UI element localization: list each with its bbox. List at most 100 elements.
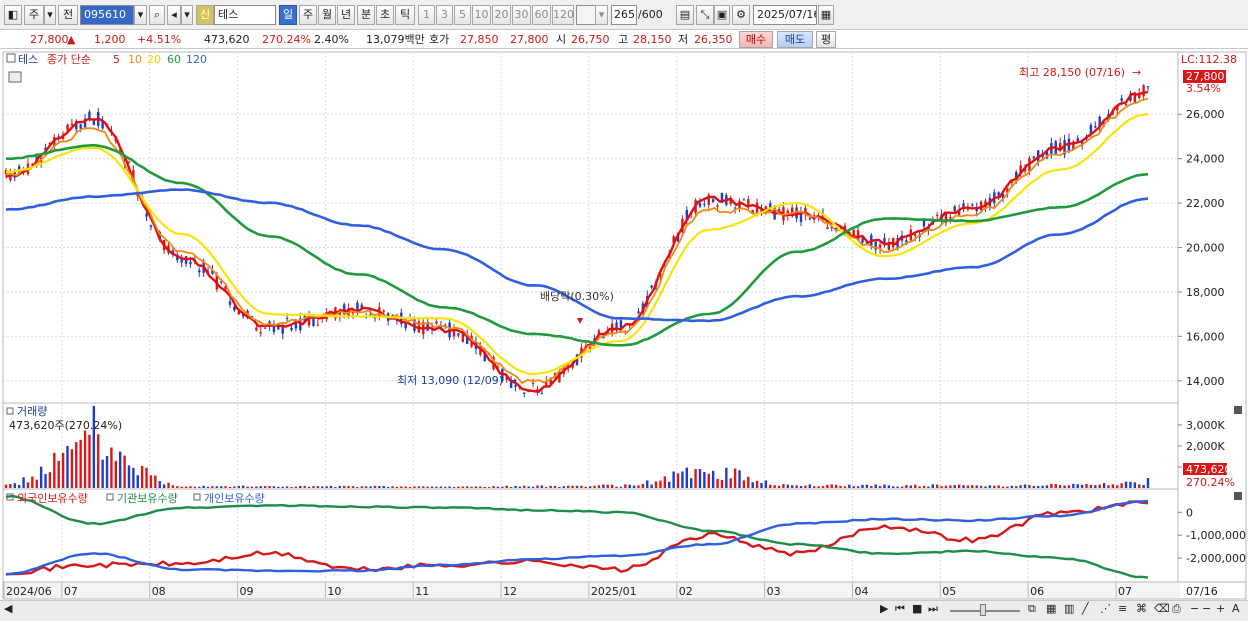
settings-gear-icon[interactable]: ⚙ bbox=[732, 5, 750, 25]
stop-icon[interactable]: ■ bbox=[912, 602, 922, 615]
open-label: 시 bbox=[556, 33, 567, 46]
bar-count-input[interactable]: 265 bbox=[611, 5, 637, 25]
calendar-icon[interactable]: ▦ bbox=[818, 5, 834, 25]
tab-period-0[interactable]: 일 bbox=[279, 5, 297, 25]
candle-body bbox=[198, 270, 201, 273]
volume-bar bbox=[1058, 484, 1062, 488]
high-annotation: 최고 28,150 (07/16) bbox=[1019, 66, 1125, 79]
copy-icon[interactable]: ⧉ bbox=[1028, 602, 1036, 616]
chart-window-icon[interactable]: ◧ bbox=[4, 5, 22, 25]
buy-button[interactable]: 매수 bbox=[739, 31, 773, 48]
volume-bar bbox=[294, 486, 298, 488]
print-icon[interactable]: ⎙ bbox=[1172, 602, 1181, 616]
code-dropdown-icon[interactable]: ▾ bbox=[134, 5, 147, 25]
zoom-out-icon[interactable]: − bbox=[1190, 602, 1199, 615]
scroll-left-icon[interactable]: ◀ bbox=[4, 602, 12, 615]
erase-icon[interactable]: ⌫ bbox=[1154, 602, 1170, 615]
rewind-icon[interactable]: ⏮ bbox=[895, 602, 905, 616]
pattern-icon[interactable]: ⋰ bbox=[1100, 602, 1111, 615]
volume-bar bbox=[1111, 484, 1115, 488]
date-input[interactable]: 2025/07/16 bbox=[753, 5, 817, 25]
volume-bar bbox=[681, 471, 684, 488]
volume-bar bbox=[123, 455, 126, 488]
volume-bar bbox=[628, 484, 631, 488]
volume-panel-title: 거래량 bbox=[17, 405, 47, 418]
fast-forward-icon[interactable]: ⏭ bbox=[928, 602, 938, 616]
volume-bar bbox=[35, 479, 38, 488]
stock-chart[interactable]: 테스 종가 단순 5 10 20 60 120 최고 28,150 (07/16… bbox=[0, 50, 1248, 600]
scroll-right-icon[interactable]: ▶ bbox=[880, 602, 888, 615]
sell-button[interactable]: 매도 bbox=[777, 31, 813, 48]
text-tool-icon[interactable]: ⌘ bbox=[1136, 602, 1147, 615]
x-tick-label: 10 bbox=[327, 585, 341, 598]
speaker-dropdown-icon[interactable]: ▾ bbox=[181, 5, 193, 25]
volume-bar bbox=[830, 484, 833, 488]
volume-bar bbox=[839, 485, 842, 488]
x-tick-label: 03 bbox=[767, 585, 781, 598]
volume-bar bbox=[281, 486, 284, 488]
volume-bar bbox=[1072, 483, 1075, 488]
fibo-icon[interactable]: ≡ bbox=[1118, 602, 1127, 615]
layout-icon[interactable]: ▦ bbox=[1046, 602, 1056, 615]
holdings-panel-close-icon[interactable] bbox=[1234, 492, 1242, 500]
volume-bar bbox=[180, 486, 183, 488]
speaker-icon[interactable]: ◂ bbox=[167, 5, 181, 25]
zoom-reset-icon[interactable]: − bbox=[1202, 602, 1211, 615]
volume-bar bbox=[957, 484, 961, 488]
volume-bar bbox=[905, 485, 908, 488]
stock-name-field[interactable]: 테스 bbox=[214, 5, 276, 25]
interval-4[interactable]: 20 bbox=[492, 5, 511, 25]
volume-bar bbox=[259, 486, 262, 488]
interval-6[interactable]: 60 bbox=[532, 5, 551, 25]
interval-dropdown-icon[interactable]: ▾ bbox=[595, 5, 608, 25]
interval-7[interactable]: 120 bbox=[552, 5, 574, 25]
volume-bar bbox=[624, 484, 627, 488]
interval-2[interactable]: 5 bbox=[454, 5, 471, 25]
interval-3[interactable]: 10 bbox=[472, 5, 491, 25]
auto-scale-icon[interactable]: A bbox=[1232, 602, 1240, 615]
zoom-in-icon[interactable]: + bbox=[1216, 602, 1225, 615]
volume-bar bbox=[57, 460, 60, 488]
trendline-icon[interactable]: ╱ bbox=[1082, 602, 1089, 615]
type-dropdown-icon[interactable]: ▾ bbox=[44, 5, 56, 25]
volume-bar bbox=[1045, 485, 1049, 488]
candle-body bbox=[953, 206, 956, 212]
volume-bar bbox=[408, 487, 412, 488]
candle-body bbox=[457, 333, 460, 336]
tab-period-2[interactable]: 월 bbox=[318, 5, 336, 25]
chart-type-icon[interactable]: ▤ bbox=[676, 5, 694, 25]
volume-bar bbox=[110, 447, 113, 488]
compare-icon[interactable]: ⤡ bbox=[696, 5, 714, 25]
interval-1[interactable]: 3 bbox=[436, 5, 453, 25]
candle-body bbox=[263, 327, 267, 329]
save-icon[interactable]: ▣ bbox=[714, 5, 730, 25]
new-listing-badge: 신 bbox=[196, 5, 214, 25]
tab-period-3[interactable]: 년 bbox=[337, 5, 355, 25]
volume-bar bbox=[918, 486, 921, 488]
tab-period-5[interactable]: 초 bbox=[376, 5, 394, 25]
table-icon[interactable] bbox=[8, 71, 22, 83]
interval-0[interactable]: 1 bbox=[418, 5, 435, 25]
prev-button[interactable]: 전 bbox=[58, 5, 78, 25]
evaluate-button[interactable]: 평 bbox=[816, 31, 836, 48]
volume-bar bbox=[1036, 486, 1040, 488]
stock-code-input[interactable]: 095610 bbox=[80, 5, 134, 25]
chart-scroll-bar[interactable]: ◀ ▶ ⏮ ■ ⏭ ⧉ ▦ ▥ ╱ ⋰ ≡ ⌘ ⌫ ⎙ − − + A bbox=[0, 600, 1248, 621]
zoom-handle[interactable] bbox=[980, 604, 986, 616]
volume-bar bbox=[896, 486, 899, 488]
tab-period-6[interactable]: 틱 bbox=[395, 5, 415, 25]
volume-bar bbox=[773, 485, 776, 488]
tab-period-1[interactable]: 주 bbox=[299, 5, 317, 25]
candle-body bbox=[742, 199, 746, 201]
price-change: 1,200 bbox=[94, 33, 126, 46]
interval-5[interactable]: 30 bbox=[512, 5, 531, 25]
candle-body bbox=[70, 123, 74, 125]
volume-bar bbox=[426, 486, 429, 488]
tab-period-4[interactable]: 분 bbox=[357, 5, 375, 25]
type-select[interactable]: 주 bbox=[24, 5, 44, 25]
volume-bar bbox=[316, 486, 320, 488]
split-icon[interactable]: ▥ bbox=[1064, 602, 1074, 615]
volume-bar bbox=[1142, 484, 1145, 488]
search-icon[interactable]: ⌕ bbox=[149, 5, 165, 25]
volume-panel-close-icon[interactable] bbox=[1234, 406, 1242, 414]
